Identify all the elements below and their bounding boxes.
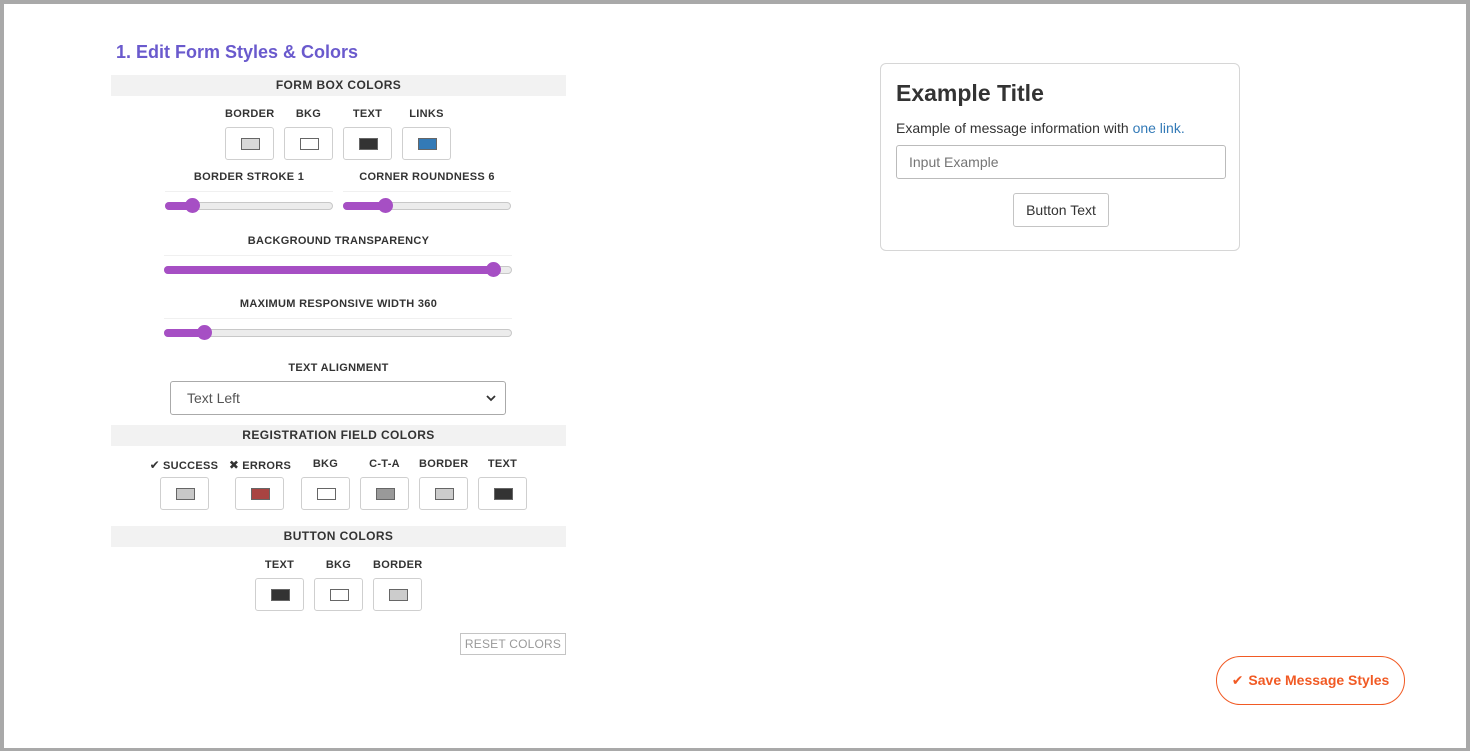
swatch-label-text: TEXT [352,108,383,120]
swatch-label-bkg: BKG [295,108,322,120]
swatch-label-border: BORDER [225,108,275,120]
swatch-label-errors: ✖ ERRORS [226,458,294,472]
color-chip [376,488,395,500]
preview-message-text: Example of message information with [896,120,1133,136]
form-links-color-button[interactable] [402,127,451,160]
border-stroke-slider[interactable] [165,191,333,213]
bg-transparency-slider[interactable] [164,255,512,277]
slider-thumb[interactable] [197,325,212,340]
editor-title: 1. Edit Form Styles & Colors [116,42,359,62]
color-chip [359,138,378,150]
button-colors-heading: BUTTON COLORS [111,526,566,547]
save-label: Save Message Styles [1248,672,1390,688]
message-preview: Example Title Example of message informa… [880,63,1240,251]
max-width-label: MAXIMUM RESPONSIVE WIDTH 360 [239,298,438,310]
swatch-label-cta: C-T-A [369,458,400,470]
chevron-down-icon [486,395,496,402]
preview-title: Example Title [896,80,1044,106]
field-text-color-button[interactable] [478,477,527,510]
color-chip [251,488,270,500]
color-chip [494,488,513,500]
check-icon: ✔ [1231,672,1244,688]
color-chip [435,488,454,500]
swatch-label-bkg: BKG [312,458,339,470]
x-icon: ✖ [228,458,240,472]
registration-colors-heading: REGISTRATION FIELD COLORS [111,425,566,446]
button-bkg-color-button[interactable] [314,578,363,611]
swatch-label-success: ✔ SUCCESS [148,458,220,472]
field-border-color-button[interactable] [419,477,468,510]
swatch-label-border: BORDER [373,559,423,571]
save-message-styles-button[interactable]: ✔ Save Message Styles [1216,656,1405,705]
button-text-color-button[interactable] [255,578,304,611]
color-chip [271,589,290,601]
check-icon: ✔ [149,458,161,472]
border-stroke-label: BORDER STROKE 1 [193,171,305,183]
form-box-colors-heading: FORM BOX COLORS [111,75,566,96]
errors-label: ERRORS [242,460,292,472]
slider-fill [164,266,493,274]
color-chip [176,488,195,500]
text-alignment-label: TEXT ALIGNMENT [288,362,389,374]
max-width-slider[interactable] [164,318,512,340]
form-text-color-button[interactable] [343,127,392,160]
errors-color-button[interactable] [235,477,284,510]
swatch-label-border: BORDER [419,458,469,470]
color-chip [317,488,336,500]
color-chip [389,589,408,601]
success-label: SUCCESS [163,460,219,472]
form-bkg-color-button[interactable] [284,127,333,160]
corner-roundness-label: CORNER ROUNDNESS 6 [359,171,495,183]
swatch-label-text: TEXT [487,458,518,470]
bg-transparency-label: BACKGROUND TRANSPARENCY [247,235,430,247]
swatch-label-links: LINKS [409,108,444,120]
slider-thumb[interactable] [378,198,393,213]
slider-thumb[interactable] [486,262,501,277]
slider-thumb[interactable] [185,198,200,213]
reset-colors-button[interactable]: RESET COLORS [460,633,566,655]
button-border-color-button[interactable] [373,578,422,611]
preview-button[interactable]: Button Text [1013,193,1109,227]
color-chip [241,138,260,150]
preview-link[interactable]: one link. [1133,120,1185,136]
text-alignment-select[interactable]: Text Left [170,381,506,415]
color-chip [418,138,437,150]
color-chip [300,138,319,150]
slider-track [164,329,512,337]
swatch-label-text: TEXT [264,559,295,571]
swatch-label-bkg: BKG [325,559,352,571]
corner-roundness-slider[interactable] [343,191,511,213]
color-chip [330,589,349,601]
form-border-color-button[interactable] [225,127,274,160]
preview-message: Example of message information with one … [896,120,1185,136]
field-bkg-color-button[interactable] [301,477,350,510]
window-frame [0,0,1470,751]
preview-input[interactable] [896,145,1226,179]
cta-color-button[interactable] [360,477,409,510]
success-color-button[interactable] [160,477,209,510]
text-alignment-value: Text Left [187,390,240,406]
